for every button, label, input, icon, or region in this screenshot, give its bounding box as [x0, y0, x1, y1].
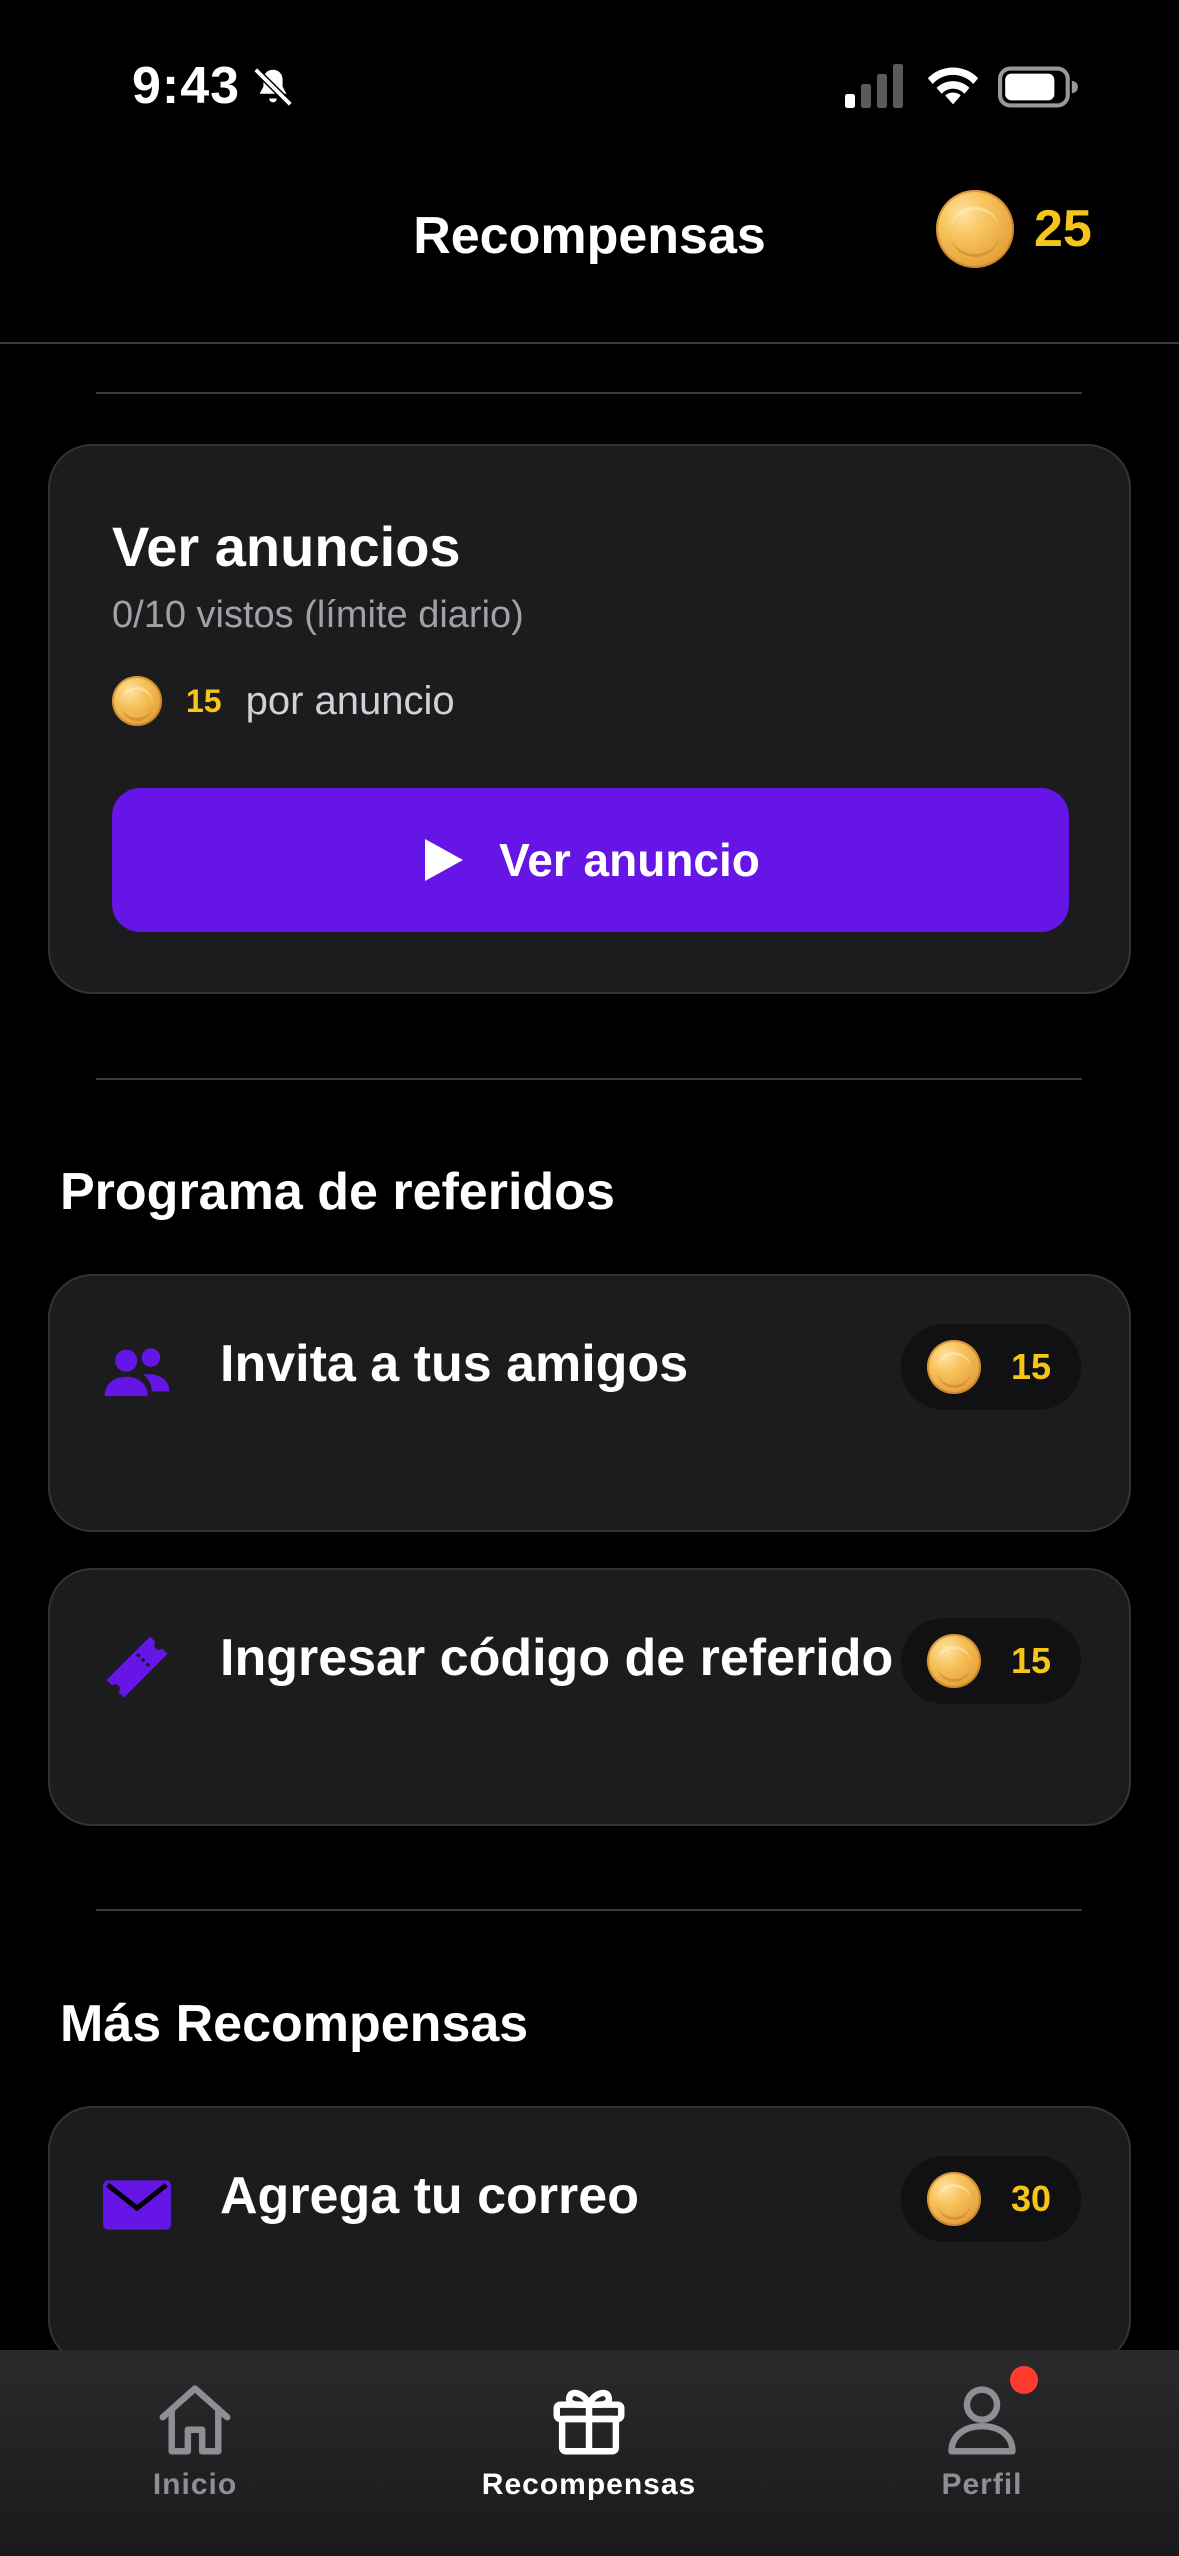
home-icon — [159, 2385, 231, 2455]
coin-icon — [927, 1340, 981, 1394]
reward-pill: 15 — [901, 1618, 1081, 1704]
users-icon — [104, 1348, 170, 1397]
tab-label: Inicio — [152, 2468, 238, 2501]
add-email-card[interactable]: Agrega tu correo 30 — [48, 2106, 1131, 2364]
divider — [96, 392, 1082, 394]
signal-icon — [845, 64, 903, 108]
battery-icon — [998, 66, 1078, 108]
divider — [96, 1078, 1082, 1080]
user-icon — [948, 2386, 1016, 2455]
bell-off-icon — [253, 67, 293, 107]
ticket-icon — [106, 1636, 168, 1698]
watch-ad-button[interactable]: Ver anuncio — [112, 788, 1069, 932]
tab-label: Recompensas — [481, 2468, 697, 2501]
watch-ad-button-label: Ver anuncio — [499, 834, 760, 886]
mail-icon — [103, 2180, 171, 2230]
add-email-label: Agrega tu correo — [220, 2167, 639, 2225]
enter-referral-code-label: Ingresar código de referido — [220, 1629, 894, 1687]
ads-title: Ver anuncios — [112, 515, 461, 578]
ads-reward-suffix: por anuncio — [245, 678, 455, 723]
wifi-icon — [927, 67, 979, 105]
referrals-section-title: Programa de referidos — [60, 1163, 615, 1221]
divider — [96, 1909, 1082, 1911]
notification-badge — [1010, 2366, 1038, 2394]
tab-inicio[interactable]: Inicio — [65, 2376, 325, 2502]
invite-friends-card[interactable]: Invita a tus amigos 15 — [48, 1274, 1131, 1532]
coin-balance-value: 25 — [1034, 200, 1092, 258]
invite-friends-label: Invita a tus amigos — [220, 1335, 689, 1393]
ads-reward: 15 por anuncio — [112, 676, 455, 726]
enter-referral-code-card[interactable]: Ingresar código de referido 15 — [48, 1568, 1131, 1826]
coin-icon — [112, 676, 162, 726]
tab-perfil[interactable]: Perfil — [852, 2376, 1112, 2502]
tab-bar: Inicio Recompensas Perfil — [0, 2350, 1179, 2556]
coin-icon — [927, 2172, 981, 2226]
tab-label: Perfil — [941, 2468, 1023, 2501]
reward-pill: 30 — [901, 2156, 1081, 2242]
header: Recompensas 25 — [0, 170, 1179, 344]
ads-progress: 0/10 vistos (límite diario) — [112, 594, 524, 636]
status-bar: 9:43 — [0, 0, 1179, 170]
reward-amount: 15 — [1011, 1346, 1052, 1387]
reward-pill: 15 — [901, 1324, 1081, 1410]
coin-balance: 25 — [936, 190, 1092, 268]
more-rewards-section-title: Más Recompensas — [60, 1995, 529, 2053]
reward-amount: 30 — [1011, 2178, 1052, 2219]
coin-icon — [936, 190, 1014, 268]
coin-icon — [927, 1634, 981, 1688]
ads-reward-amount: 15 — [186, 682, 222, 719]
tab-recompensas[interactable]: Recompensas — [459, 2376, 719, 2502]
watch-ads-card: Ver anuncios 0/10 vistos (límite diario)… — [48, 444, 1131, 994]
reward-amount: 15 — [1011, 1640, 1052, 1681]
play-icon — [425, 839, 464, 881]
status-time: 9:43 — [132, 57, 241, 115]
gift-icon — [553, 2389, 625, 2455]
